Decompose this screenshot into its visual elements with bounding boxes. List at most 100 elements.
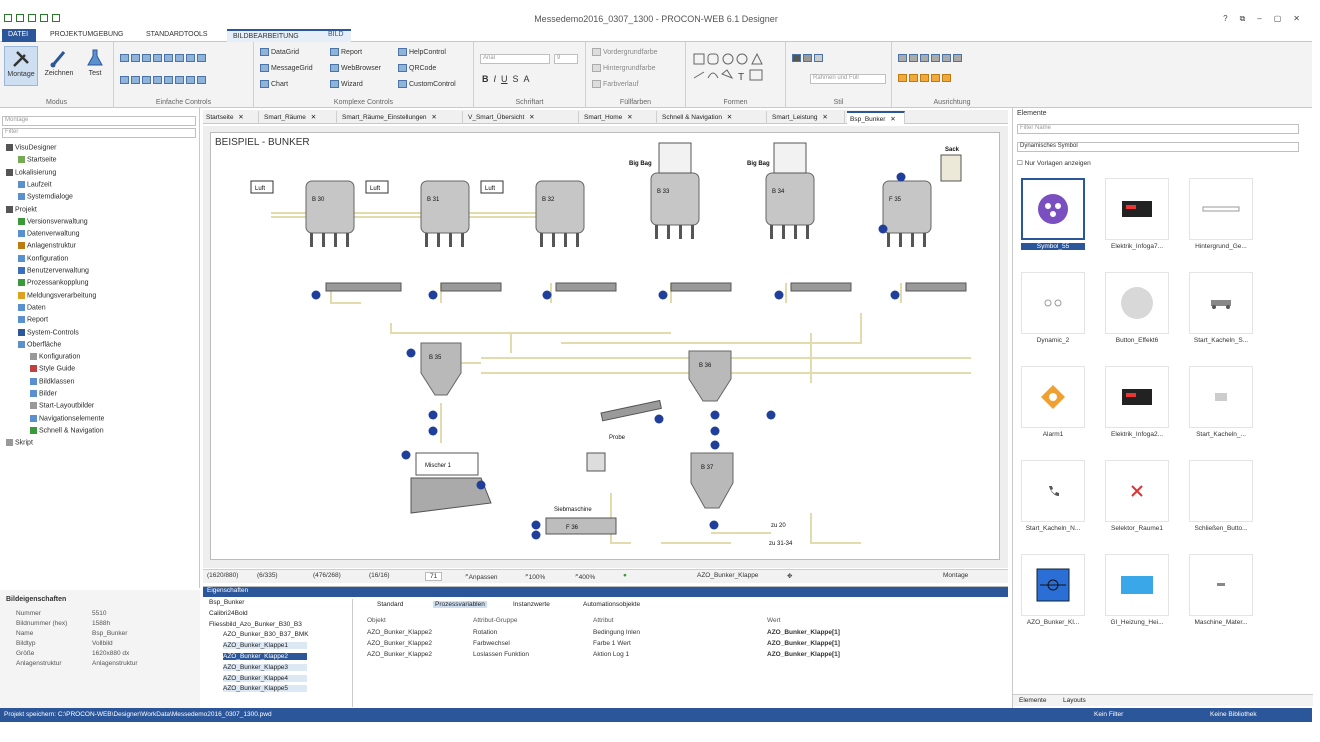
sack-container[interactable] bbox=[940, 154, 962, 182]
tree-item[interactable]: Report bbox=[18, 316, 48, 324]
property-value[interactable]: Anlagenstruktur bbox=[92, 660, 138, 667]
tank[interactable]: B 32 bbox=[535, 180, 585, 247]
document-tab[interactable]: Smart_Leistung ✕ bbox=[769, 111, 845, 124]
document-tab[interactable]: Smart_Räume_Einstellungen ✕ bbox=[339, 111, 463, 124]
property-tab[interactable]: Instanzwerte bbox=[513, 601, 550, 608]
property-value[interactable]: Bsp_Bunker bbox=[92, 630, 127, 637]
close-icon[interactable]: ✕ bbox=[1293, 14, 1300, 24]
elements-filter-input[interactable]: Filter Name bbox=[1017, 124, 1299, 134]
tree-item[interactable]: VisuDesigner bbox=[6, 144, 57, 151]
sensors[interactable] bbox=[311, 172, 906, 540]
tree-item[interactable]: Projekt bbox=[6, 205, 37, 213]
object-list-item[interactable]: AZO_Bunker_Klappe2 bbox=[223, 653, 307, 660]
probe-container[interactable]: Probe bbox=[586, 435, 626, 472]
element-category-select[interactable]: Dynamisches Symbol bbox=[1017, 142, 1299, 152]
sensor[interactable] bbox=[710, 426, 720, 436]
tank[interactable]: B 33 bbox=[650, 142, 700, 239]
process-drawing[interactable]: BEISPIEL - BUNKER B 30 B 31 B 32 B 33 B 34 F … bbox=[210, 132, 1000, 560]
tree-item[interactable]: System-Controls bbox=[18, 328, 79, 336]
tree-item[interactable]: Bilder bbox=[30, 390, 57, 397]
object-list-item[interactable]: AZO_Bunker_Klappe1 bbox=[223, 642, 307, 650]
datagrid-button[interactable]: DataGrid bbox=[260, 48, 299, 56]
element-tile[interactable]: Selektor_Raume1 bbox=[1105, 460, 1169, 536]
tree-item[interactable]: Schnell & Navigation bbox=[30, 426, 104, 434]
webbrowser-button[interactable]: WebBrowser bbox=[330, 64, 381, 72]
table-cell[interactable]: AZO_Bunker_Klappe[1] bbox=[767, 640, 840, 647]
element-tile[interactable]: GI_Heizung_Hei... bbox=[1105, 554, 1169, 630]
element-tile[interactable]: Dynamic_2 bbox=[1021, 272, 1085, 348]
property-value[interactable]: 1620x880 dx bbox=[92, 650, 129, 657]
tree-filter-input[interactable]: Filter bbox=[2, 128, 196, 138]
tree-item[interactable]: Skript bbox=[6, 439, 33, 447]
sensor[interactable] bbox=[401, 450, 411, 460]
test-button[interactable]: Test bbox=[78, 46, 112, 77]
customcontrol-button[interactable]: CustomControl bbox=[398, 80, 456, 88]
messagegrid-button[interactable]: MessageGrid bbox=[260, 64, 313, 72]
help-icon[interactable]: ? bbox=[1223, 14, 1227, 24]
sensor[interactable] bbox=[710, 410, 720, 420]
close-tab-icon[interactable]: ✕ bbox=[625, 114, 632, 121]
tree-item[interactable]: Navigationselemente bbox=[30, 414, 104, 422]
mixer-hopper[interactable]: B 35 bbox=[420, 342, 462, 396]
tab-layouts[interactable]: Layouts bbox=[1063, 697, 1086, 704]
helpcontrol-button[interactable]: HelpControl bbox=[398, 48, 446, 56]
element-tile[interactable]: Elektrik_Infoga7... bbox=[1105, 178, 1169, 254]
zoom-400-button[interactable]: ⌕ 400% bbox=[575, 572, 595, 581]
object-list-item[interactable]: AZO_Bunker_Klappe4 bbox=[223, 674, 307, 682]
document-tab[interactable]: Smart_Räume ✕ bbox=[261, 111, 337, 124]
tree-item[interactable]: Start-Layoutbilder bbox=[30, 402, 94, 410]
sensor[interactable] bbox=[709, 520, 719, 530]
object-list-item[interactable]: AZO_Bunker_B30_B37_BMK bbox=[223, 631, 309, 638]
align-buttons-row-1[interactable] bbox=[898, 54, 964, 62]
document-tab[interactable]: V_Smart_Übersicht ✕ bbox=[465, 111, 579, 124]
report-button[interactable]: Report bbox=[330, 48, 362, 56]
sensor[interactable] bbox=[766, 410, 776, 420]
tree-item[interactable]: Versionsverwaltung bbox=[18, 217, 88, 225]
qrcode-button[interactable]: QRCode bbox=[398, 64, 436, 72]
property-tab[interactable]: Automationsobjekte bbox=[583, 601, 640, 608]
property-tab[interactable]: Prozessvariablen bbox=[433, 601, 487, 608]
restore-icon[interactable]: ⧉ bbox=[1240, 14, 1246, 24]
hintergrundfarbe-button[interactable]: Hintergrundfarbe bbox=[592, 64, 656, 72]
maximize-icon[interactable]: ▢ bbox=[1274, 14, 1282, 24]
sensor[interactable] bbox=[654, 414, 664, 424]
document-tab[interactable]: Bsp_Bunker ✕ bbox=[847, 111, 905, 124]
element-tile[interactable]: Schließen_Butto... bbox=[1189, 460, 1253, 536]
sensor[interactable] bbox=[542, 290, 552, 300]
chart-button[interactable]: Chart bbox=[260, 80, 288, 88]
element-tile[interactable]: Button_Effekt6 bbox=[1105, 272, 1169, 348]
close-tab-icon[interactable]: ✕ bbox=[309, 114, 316, 121]
tree-item[interactable]: Datenverwaltung bbox=[18, 230, 80, 237]
font-family-select[interactable]: Arial bbox=[480, 54, 550, 64]
sensor[interactable] bbox=[774, 290, 784, 300]
sensor[interactable] bbox=[406, 348, 416, 358]
tree-item[interactable]: Anlagenstruktur bbox=[18, 242, 76, 250]
sensor[interactable] bbox=[428, 290, 438, 300]
object-list-item[interactable]: AZO_Bunker_Klappe3 bbox=[223, 663, 307, 671]
sensor[interactable] bbox=[531, 530, 541, 540]
close-tab-icon[interactable]: ✕ bbox=[725, 114, 732, 121]
tank[interactable]: B 31 bbox=[420, 180, 470, 247]
close-tab-icon[interactable]: ✕ bbox=[888, 116, 895, 123]
minimize-icon[interactable]: – bbox=[1257, 14, 1261, 24]
wizard-button[interactable]: Wizard bbox=[330, 80, 363, 88]
tree-item[interactable]: Prozessankopplung bbox=[18, 279, 89, 287]
tree-item[interactable]: Benutzerverwaltung bbox=[18, 267, 89, 274]
sensor[interactable] bbox=[428, 426, 438, 436]
tab-standardtools[interactable]: STANDARDTOOLS bbox=[140, 29, 214, 42]
line-style-buttons[interactable] bbox=[792, 54, 825, 62]
zoom-input[interactable]: 71 bbox=[425, 572, 443, 581]
montage-search-input[interactable]: Montage bbox=[2, 116, 196, 126]
shapes-gallery[interactable]: T bbox=[692, 52, 780, 88]
farbverlauf-button[interactable]: Farbverlauf bbox=[592, 80, 638, 88]
tree-item[interactable]: Oberfläche bbox=[18, 340, 61, 348]
siebmaschine[interactable]: F 36 Siebmaschine bbox=[545, 507, 617, 535]
close-tab-icon[interactable]: ✕ bbox=[430, 114, 436, 121]
sensor[interactable] bbox=[896, 172, 906, 182]
montage-button[interactable]: Montage bbox=[4, 46, 38, 86]
tab-datei[interactable]: DATEI bbox=[2, 29, 36, 42]
tank[interactable]: B 34 bbox=[765, 142, 815, 239]
rahmen-select[interactable]: Rahmen und Füll bbox=[810, 74, 886, 84]
property-value[interactable]: Vollbild bbox=[92, 640, 113, 647]
tab-elemente[interactable]: Elemente bbox=[1019, 697, 1046, 704]
